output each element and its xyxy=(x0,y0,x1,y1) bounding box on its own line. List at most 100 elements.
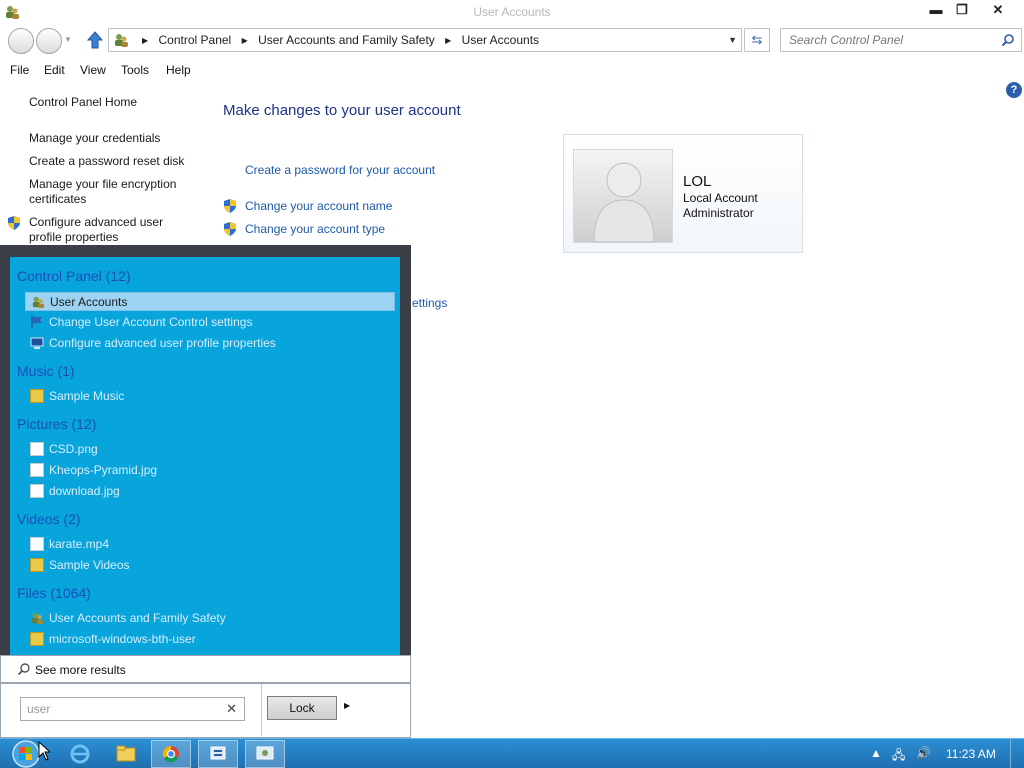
account-role: Administrator xyxy=(683,206,754,220)
window-title: User Accounts xyxy=(473,5,551,19)
chrome-icon xyxy=(162,745,179,763)
volume-icon[interactable]: 🔊 xyxy=(916,746,931,760)
see-more-results[interactable]: See more results xyxy=(0,655,411,683)
internet-explorer-icon[interactable] xyxy=(60,740,100,768)
menu-help[interactable]: Help xyxy=(166,63,191,77)
file-encryption-certificates-link[interactable]: Manage your file encryption certificates xyxy=(29,177,195,207)
breadcrumb: ▶ Control Panel ▶ User Accounts and Fami… xyxy=(135,33,539,47)
address-dropdown-icon[interactable]: ▼ xyxy=(728,35,737,45)
page-title: Make changes to your user account xyxy=(223,102,461,119)
result-sample-music[interactable]: Sample Music xyxy=(25,387,395,406)
up-arrow-icon[interactable] xyxy=(86,30,104,50)
result-label: User Accounts xyxy=(50,295,128,309)
chevron-right-icon[interactable]: ▶ xyxy=(242,36,248,45)
search-icon[interactable] xyxy=(1001,33,1015,47)
user-accounts-icon xyxy=(32,296,45,309)
result-sample-videos[interactable]: Sample Videos xyxy=(25,556,395,575)
address-bar[interactable]: ▶ Control Panel ▶ User Accounts and Fami… xyxy=(108,28,742,52)
menu-edit[interactable]: Edit xyxy=(44,63,65,77)
account-card: LOL Local Account Administrator xyxy=(563,134,803,253)
result-label: CSD.png xyxy=(49,442,98,456)
start-search-input[interactable] xyxy=(27,702,217,716)
tools-taskbar-button[interactable] xyxy=(198,740,238,768)
flag-icon xyxy=(31,316,42,328)
user-accounts-icon xyxy=(115,34,128,47)
result-user-accounts-family-safety[interactable]: User Accounts and Family Safety xyxy=(25,609,395,628)
help-icon[interactable]: ? xyxy=(1006,82,1022,98)
show-hidden-icons-icon[interactable]: ▲ xyxy=(870,746,882,760)
result-karate-mp4[interactable]: karate.mp4 xyxy=(25,535,395,554)
result-user-accounts[interactable]: User Accounts xyxy=(25,292,395,311)
chevron-right-icon[interactable]: ▶ xyxy=(142,36,148,45)
file-icon xyxy=(30,442,44,456)
server-manager-icon xyxy=(210,746,226,760)
chevron-right-icon[interactable]: ▶ xyxy=(445,36,451,45)
result-label: karate.mp4 xyxy=(49,537,110,551)
result-label: Configure advanced user profile properti… xyxy=(49,336,276,350)
power-options-arrow-icon[interactable]: ▶ xyxy=(344,701,350,710)
lock-button[interactable]: Lock xyxy=(267,696,337,720)
result-csd-png[interactable]: CSD.png xyxy=(25,440,395,459)
result-label: Sample Music xyxy=(49,389,125,403)
see-more-results-label: See more results xyxy=(35,663,126,677)
folder-icon xyxy=(30,558,44,572)
result-advanced-profile[interactable]: Configure advanced user profile properti… xyxy=(25,334,395,353)
recent-pages-dropdown-icon[interactable]: ▼ xyxy=(64,35,72,44)
change-account-type-link[interactable]: Change your account type xyxy=(245,222,385,236)
search-input[interactable] xyxy=(789,32,989,48)
maximize-button[interactable]: ❐ xyxy=(946,0,978,20)
file-explorer-icon[interactable] xyxy=(106,740,146,768)
search-box[interactable] xyxy=(780,28,1022,52)
start-button-icon[interactable] xyxy=(6,739,42,768)
chrome-taskbar-button[interactable] xyxy=(151,740,191,768)
search-results-pane: Control Panel (12) User Accounts Change … xyxy=(10,257,400,655)
result-label: microsoft-windows-bth-user xyxy=(49,632,196,646)
result-uac-settings[interactable]: Change User Account Control settings xyxy=(25,313,395,332)
breadcrumb-control-panel[interactable]: Control Panel xyxy=(159,33,232,47)
result-microsoft-windows-bth-user[interactable]: microsoft-windows-bth-user xyxy=(25,630,395,649)
show-desktop-button[interactable] xyxy=(1010,739,1024,768)
create-password-link[interactable]: Create a password for your account xyxy=(245,163,435,177)
file-icon xyxy=(30,537,44,551)
network-icon[interactable]: 🖧 xyxy=(892,746,905,767)
breadcrumb-user-accounts-family-safety[interactable]: User Accounts and Family Safety xyxy=(258,33,435,47)
file-icon xyxy=(30,463,44,477)
forward-button[interactable] xyxy=(36,28,62,54)
back-button[interactable] xyxy=(8,28,34,54)
user-accounts-icon xyxy=(31,612,44,625)
password-reset-disk-link[interactable]: Create a password reset disk xyxy=(29,154,195,169)
menu-view[interactable]: View xyxy=(80,63,106,77)
manage-credentials-link[interactable]: Manage your credentials xyxy=(29,131,195,146)
uac-settings-link-partial[interactable]: ettings xyxy=(412,296,447,310)
control-panel-taskbar-button[interactable] xyxy=(245,740,285,768)
menu-tools[interactable]: Tools xyxy=(121,63,149,77)
breadcrumb-user-accounts[interactable]: User Accounts xyxy=(462,33,539,47)
uac-shield-icon xyxy=(224,222,236,236)
group-music[interactable]: Music (1) xyxy=(17,363,75,379)
uac-shield-icon xyxy=(224,199,236,213)
start-menu: Control Panel (12) User Accounts Change … xyxy=(0,245,411,739)
group-control-panel[interactable]: Control Panel (12) xyxy=(17,268,131,284)
mouse-cursor-icon xyxy=(38,741,50,761)
result-label: Kheops-Pyramid.jpg xyxy=(49,463,158,477)
advanced-profile-properties-link[interactable]: Configure advanced user profile properti… xyxy=(29,215,195,245)
group-pictures[interactable]: Pictures (12) xyxy=(17,416,96,432)
user-silhouette-icon xyxy=(593,162,655,243)
file-icon xyxy=(30,484,44,498)
close-button[interactable]: ✕ xyxy=(982,0,1014,20)
refresh-button[interactable]: ⇆ xyxy=(744,28,770,52)
clock[interactable]: 11:23 AM xyxy=(946,747,996,761)
menu-file[interactable]: File xyxy=(10,63,29,77)
result-download-jpg[interactable]: download.jpg xyxy=(25,482,395,501)
result-label: Sample Videos xyxy=(49,558,130,572)
group-videos[interactable]: Videos (2) xyxy=(17,511,81,527)
account-name: LOL xyxy=(683,173,712,190)
result-kheops-pyramid[interactable]: Kheops-Pyramid.jpg xyxy=(25,461,395,480)
group-files[interactable]: Files (1064) xyxy=(17,585,91,601)
clear-search-icon[interactable]: ✕ xyxy=(226,701,237,717)
start-search-box[interactable]: ✕ xyxy=(20,697,245,721)
search-icon xyxy=(17,663,30,676)
title-bar: User Accounts ▬ ❐ ✕ xyxy=(0,0,1024,24)
control-panel-home-link[interactable]: Control Panel Home xyxy=(29,95,195,110)
change-account-name-link[interactable]: Change your account name xyxy=(245,199,392,213)
